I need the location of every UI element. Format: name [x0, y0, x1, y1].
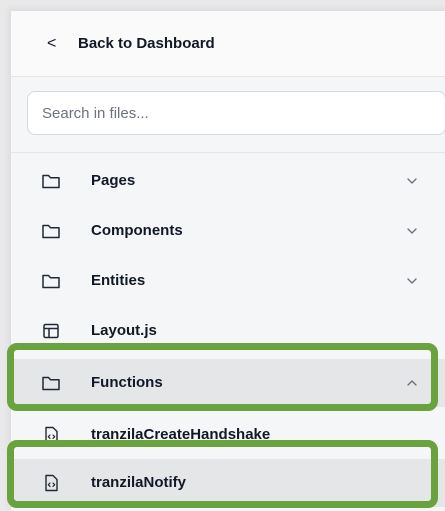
chevron-down-icon[interactable]	[405, 221, 419, 241]
chevron-left-icon[interactable]: <	[47, 34, 56, 54]
tree-item-pages[interactable]: Pages	[11, 157, 445, 205]
chevron-down-icon[interactable]	[405, 271, 419, 291]
tree-item-components[interactable]: Components	[11, 207, 445, 255]
folder-icon	[42, 274, 60, 289]
code-file-icon	[45, 426, 58, 444]
panel-header: < Back to Dashboard	[11, 11, 445, 77]
tree-item-label: Functions	[91, 374, 163, 391]
tree-item-label: Components	[91, 222, 183, 239]
tree-item-tranzila-create-handshake[interactable]: tranzilaCreateHandshake	[11, 411, 445, 459]
tree-item-label: Pages	[91, 172, 136, 189]
chevron-down-icon[interactable]	[405, 171, 419, 191]
tree-item-entities[interactable]: Entities	[11, 257, 445, 305]
tree-item-layout-js[interactable]: Layout.js	[11, 307, 445, 355]
tree-item-label: tranzilaCreateHandshake	[91, 426, 271, 443]
tree-item-label: tranzilaNotify	[91, 474, 187, 491]
folder-icon	[42, 224, 60, 239]
folder-icon	[42, 376, 60, 391]
code-file-icon	[45, 474, 58, 492]
folder-icon	[42, 174, 60, 189]
back-to-dashboard-link[interactable]: Back to Dashboard	[78, 34, 215, 54]
divider	[11, 152, 445, 153]
chevron-up-icon[interactable]	[405, 373, 419, 393]
tree-item-label: Layout.js	[91, 322, 157, 339]
tree-item-functions[interactable]: Functions	[11, 359, 445, 407]
search-input[interactable]	[27, 91, 445, 135]
tree-item-tranzila-notify[interactable]: tranzilaNotify	[11, 459, 445, 507]
tree-item-label: Entities	[91, 272, 146, 289]
layout-file-icon	[43, 323, 59, 339]
file-browser-panel: < Back to Dashboard Pages Components Ent…	[10, 10, 445, 511]
